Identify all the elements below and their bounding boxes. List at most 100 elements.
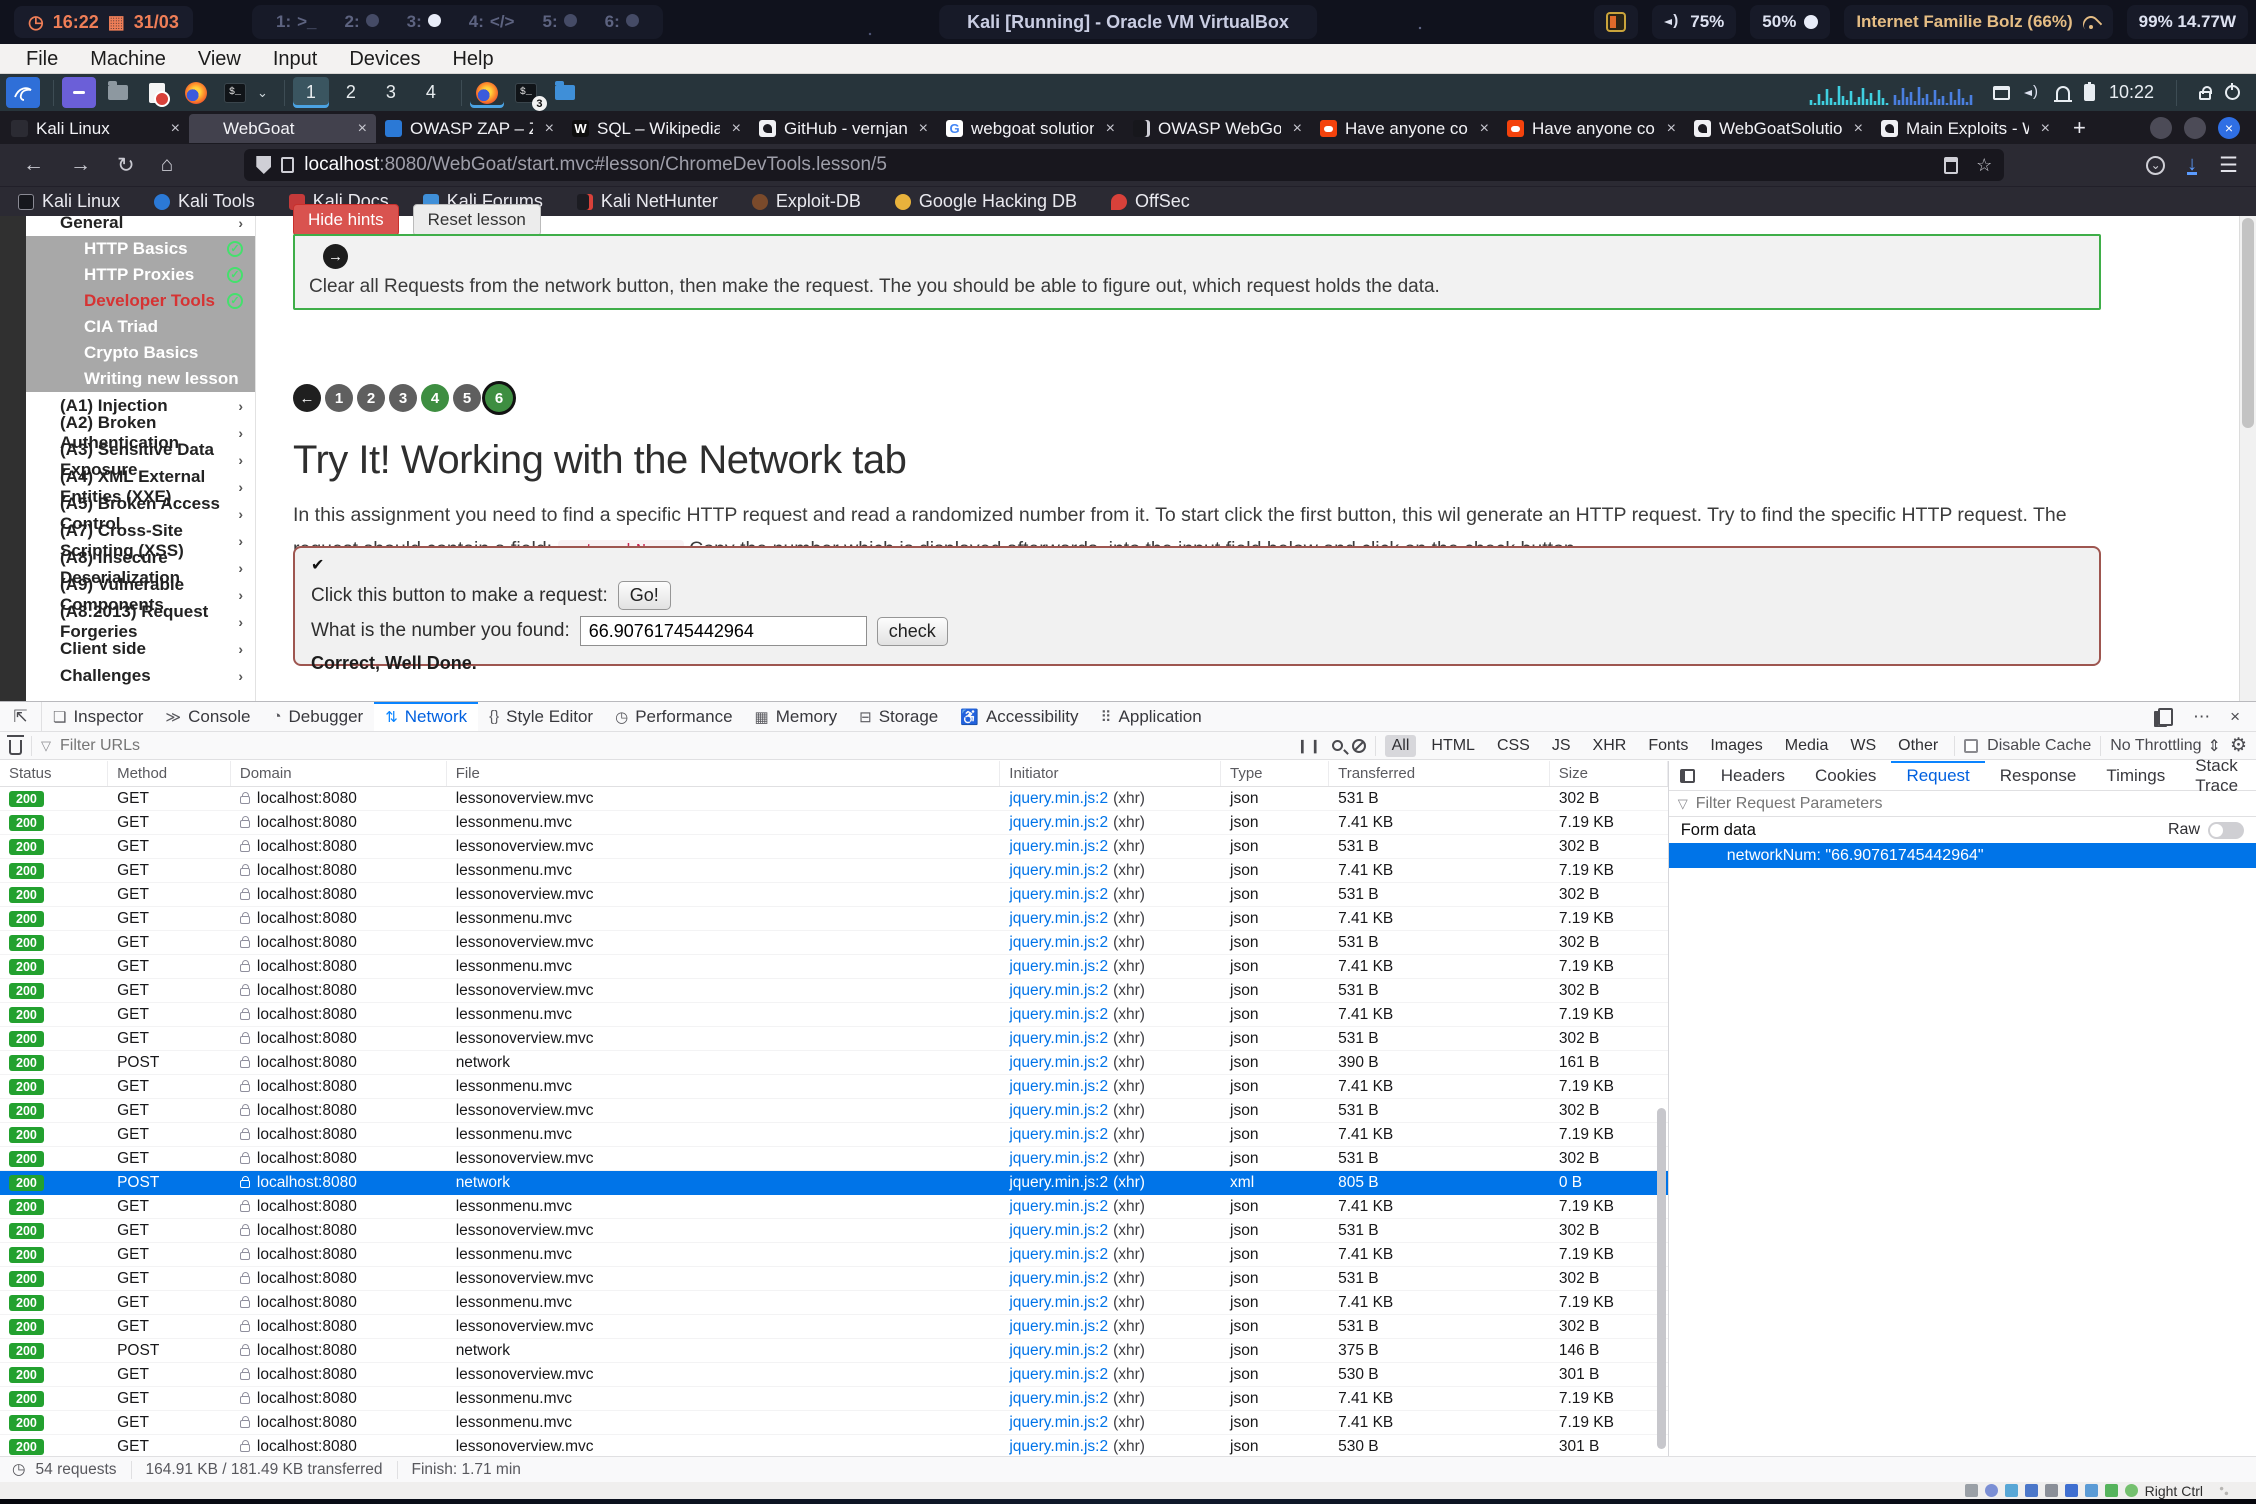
search-requests-icon[interactable] [1332,740,1343,751]
workspace-indicator-item[interactable]: 6: [605,12,639,32]
logout-icon[interactable] [2225,85,2240,100]
volume-applet[interactable]: 75% [1652,5,1736,39]
tab-close-icon[interactable]: × [2037,120,2050,138]
menu-hamburger-icon[interactable]: ☰ [2219,153,2238,178]
initiator-link[interactable]: jquery.min.js:2 [1009,1150,1108,1168]
vbox-menu-item[interactable]: Help [436,44,509,74]
initiator-link[interactable]: jquery.min.js:2 [1009,1318,1108,1336]
request-details-tab[interactable]: Headers [1706,761,1800,790]
site-info-icon[interactable] [281,157,294,173]
usb-icon[interactable] [2045,1484,2058,1497]
lesson-page-button[interactable]: 2 [357,384,385,412]
initiator-link[interactable]: jquery.min.js:2 [1009,1078,1108,1096]
tab-close-icon[interactable]: × [1663,120,1676,138]
taskbar-workspace-number[interactable]: 2 [333,77,369,108]
network-request-row[interactable]: 200 GET localhost:8080 lessonmenu.mvc jq… [0,907,1668,931]
bookmark-item[interactable]: Kali Tools [154,191,255,212]
lesson-page-button[interactable]: 4 [421,384,449,412]
network-request-row[interactable]: 200 GET localhost:8080 lessonoverview.mv… [0,1435,1668,1456]
browser-tab[interactable]: WebGoatSolutions/S× [1685,114,1872,143]
network-request-row[interactable]: 200 GET localhost:8080 lessonmenu.mvc jq… [0,1003,1668,1027]
network-request-row[interactable]: 200 GET localhost:8080 lessonoverview.mv… [0,1267,1668,1291]
lesson-page-button[interactable]: 3 [389,384,417,412]
workspace-indicator[interactable]: 1:>_2:3:4:</>5:6: [252,5,663,39]
optical-drive-icon[interactable] [1985,1484,1998,1497]
request-type-filter-button[interactable]: Media [1778,735,1836,757]
tab-close-icon[interactable]: × [728,120,741,138]
network-request-row[interactable]: 200 GET localhost:8080 lessonmenu.mvc jq… [0,1243,1668,1267]
request-details-tab[interactable]: Cookies [1800,761,1891,790]
tab-close-icon[interactable]: × [1289,120,1302,138]
network-request-row[interactable]: 200 GET localhost:8080 lessonmenu.mvc jq… [0,1411,1668,1435]
vbox-menu-item[interactable]: Machine [74,44,182,74]
devtools-tab[interactable]: ⠿Application [1090,702,1213,731]
network-request-row[interactable]: 200 GET localhost:8080 lessonmenu.mvc jq… [0,1195,1668,1219]
request-type-filter-button[interactable]: WS [1843,735,1883,757]
hard-disk-icon[interactable] [1965,1484,1978,1497]
sidebar-lesson-item[interactable]: Crypto Basics [26,340,255,366]
network-request-row[interactable]: 200 GET localhost:8080 lessonmenu.mvc jq… [0,1387,1668,1411]
request-details-tab[interactable]: Request [1891,761,1984,790]
network-applet[interactable]: Internet Familie Bolz (66%) [1844,5,2112,39]
request-list-scrollbar[interactable] [1655,787,1668,1456]
hide-hints-button[interactable]: Hide hints [293,204,399,236]
firefox-launcher-icon[interactable] [179,77,213,108]
request-type-filter-button[interactable]: Other [1891,735,1945,757]
network-settings-gear-icon[interactable]: ⚙ [2230,734,2247,757]
url-bar[interactable]: localhost:8080/WebGoat/start.mvc#lesson/… [244,149,2004,181]
initiator-link[interactable]: jquery.min.js:2 [1009,982,1108,1000]
kali-menu-button[interactable] [6,77,40,108]
pocket-icon[interactable]: ⌄ [2146,156,2165,175]
go-button[interactable]: Go! [618,581,671,610]
firefox-window-button[interactable] [470,77,504,108]
disable-cache-checkbox[interactable] [1964,739,1978,753]
reset-lesson-button[interactable]: Reset lesson [413,204,541,236]
sidebar-lesson-item[interactable]: Developer Tools✓ [26,288,255,314]
sidebar-lesson-item[interactable]: HTTP Basics✓ [26,236,255,262]
file-manager-icon[interactable] [101,77,135,108]
clock-widget[interactable]: ◷ 16:22 ▦ 31/03 [14,6,193,38]
initiator-link[interactable]: jquery.min.js:2 [1009,790,1108,808]
lesson-page-button[interactable]: 6 [485,384,513,412]
network-request-row[interactable]: 200 GET localhost:8080 lessonmenu.mvc jq… [0,811,1668,835]
tab-close-icon[interactable]: × [167,120,180,138]
tab-close-icon[interactable]: × [1102,120,1115,138]
network-request-row[interactable]: 200 GET localhost:8080 lessonoverview.mv… [0,1099,1668,1123]
initiator-link[interactable]: jquery.min.js:2 [1009,1006,1108,1024]
browser-tab[interactable]: Have anyone comple× [1311,114,1498,143]
browser-tab[interactable]: Gwebgoat solutions -× [937,114,1124,143]
request-type-filter-button[interactable]: CSS [1490,735,1537,757]
sidebar-category-item[interactable]: Challenges› [26,662,255,689]
terminal-window-button[interactable]: $_3 [509,77,543,108]
window-close-button[interactable]: × [2218,117,2240,139]
filter-request-parameters-input[interactable] [1696,795,1986,813]
tab-close-icon[interactable]: × [1850,120,1863,138]
mouse-integration-icon[interactable] [2125,1484,2138,1497]
browser-tab[interactable]: WebGoat× [189,114,376,143]
pager-back-button[interactable]: ← [293,384,321,412]
raw-toggle[interactable] [2208,822,2244,839]
terminal-launcher-icon[interactable]: $_ [218,77,252,108]
network-request-row[interactable]: 200 GET localhost:8080 lessonoverview.mv… [0,1219,1668,1243]
recording-icon[interactable] [2105,1484,2118,1497]
home-button[interactable]: ⌂ [148,153,187,177]
request-type-filter-button[interactable]: HTML [1424,735,1482,757]
browser-tab[interactable]: OWASP ZAP – ZAP i× [376,114,563,143]
initiator-link[interactable]: jquery.min.js:2 [1009,886,1108,904]
devtools-tab[interactable]: ≫Console [154,702,261,731]
initiator-link[interactable]: jquery.min.js:2 [1009,1126,1108,1144]
request-type-filter-button[interactable]: Fonts [1641,735,1695,757]
taskbar-clock[interactable]: 10:22 [2109,82,2154,103]
initiator-link[interactable]: jquery.min.js:2 [1009,862,1108,880]
initiator-link[interactable]: jquery.min.js:2 [1009,1222,1108,1240]
clear-requests-icon[interactable] [9,740,22,755]
workspaces-app-icon[interactable] [62,77,96,108]
network-request-row[interactable]: 200 GET localhost:8080 lessonoverview.mv… [0,1027,1668,1051]
network-request-row[interactable]: 200 GET localhost:8080 lessonoverview.mv… [0,835,1668,859]
reader-mode-icon[interactable] [1944,157,1958,174]
browser-tab[interactable]: Kali Linux× [2,114,189,143]
network-request-row[interactable]: 200 GET localhost:8080 lessonmenu.mvc jq… [0,955,1668,979]
network-request-row[interactable]: 200 GET localhost:8080 lessonmenu.mvc jq… [0,1291,1668,1315]
tab-close-icon[interactable]: × [915,120,928,138]
answer-input[interactable] [580,616,867,646]
